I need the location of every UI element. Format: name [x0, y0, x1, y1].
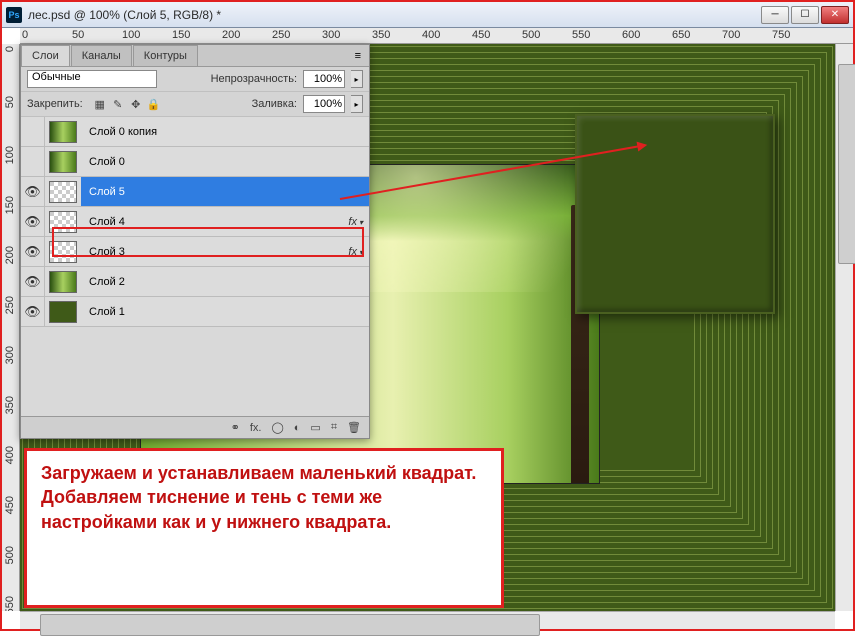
lock-transparency-icon[interactable]: ▦ — [93, 97, 107, 111]
horizontal-scrollbar[interactable] — [20, 611, 835, 629]
maximize-button[interactable]: ☐ — [791, 6, 819, 24]
visibility-toggle[interactable]: 👁 — [21, 237, 45, 266]
layer-name-label[interactable]: Слой 1 — [81, 306, 333, 318]
app-icon: Ps — [6, 7, 22, 23]
lock-all-icon[interactable]: 🔒 — [147, 97, 161, 111]
fill-dropdown-icon[interactable]: ▸ — [351, 95, 363, 113]
lock-label: Закрепить: — [27, 98, 83, 110]
layers-panel: Слои Каналы Контуры ≡ Обычные Непрозрачн… — [20, 44, 370, 439]
panel-menu-icon[interactable]: ≡ — [347, 46, 369, 66]
instruction-annotation: Загружаем и устанавливаем маленький квад… — [24, 448, 504, 608]
layer-row[interactable]: 👁 Слой 4fx▾ — [21, 207, 369, 237]
layer-row[interactable]: 👁 Слой 2 — [21, 267, 369, 297]
layer-thumbnail[interactable] — [45, 177, 81, 206]
adjustment-layer-icon[interactable]: ◐ — [294, 422, 301, 434]
lock-position-icon[interactable]: ✥ — [129, 97, 143, 111]
tab-paths[interactable]: Контуры — [133, 45, 198, 66]
layer-thumbnail[interactable] — [45, 207, 81, 236]
blend-mode-select[interactable]: Обычные — [27, 70, 157, 88]
window-titlebar: Ps лес.psd @ 100% (Слой 5, RGB/8) * ─ ☐ … — [2, 2, 853, 28]
layer-row[interactable]: 👁 Слой 1 — [21, 297, 369, 327]
layer-thumbnail[interactable] — [45, 267, 81, 296]
window-title: лес.psd @ 100% (Слой 5, RGB/8) * — [28, 8, 761, 22]
layer-fx-icon[interactable]: fx. — [250, 422, 262, 434]
layer-mask-icon[interactable]: ◯ — [271, 421, 283, 434]
tab-channels[interactable]: Каналы — [71, 45, 132, 66]
fill-label: Заливка: — [252, 98, 297, 110]
horizontal-scroll-thumb[interactable] — [40, 614, 540, 636]
layer-name-label[interactable]: Слой 0 копия — [81, 126, 333, 138]
vertical-scrollbar[interactable] — [835, 44, 853, 611]
close-button[interactable]: ✕ — [821, 6, 849, 24]
ruler-vertical: 050100150200250300350400450500550 — [2, 44, 20, 611]
layer-group-icon[interactable]: ▭ — [310, 421, 320, 434]
blend-opacity-row: Обычные Непрозрачность: 100% ▸ — [21, 67, 369, 92]
layer-thumbnail[interactable] — [45, 147, 81, 176]
layer-row[interactable]: Слой 0 — [21, 147, 369, 177]
layer-thumbnail[interactable] — [45, 237, 81, 266]
layer-thumbnail[interactable] — [45, 117, 81, 146]
visibility-toggle[interactable]: 👁 — [21, 207, 45, 236]
new-layer-icon[interactable]: ⌗ — [331, 421, 337, 434]
layer-name-label[interactable]: Слой 5 — [81, 186, 333, 198]
layers-panel-footer: ⚭ fx. ◯ ◐ ▭ ⌗ 🗑 — [21, 416, 369, 438]
layer-row[interactable]: Слой 0 копия — [21, 117, 369, 147]
layer-row[interactable]: 👁 Слой 3fx▾ — [21, 237, 369, 267]
layer-name-label[interactable]: Слой 3 — [81, 246, 333, 258]
minimize-button[interactable]: ─ — [761, 6, 789, 24]
lock-pixels-icon[interactable]: ✎ — [111, 97, 125, 111]
delete-layer-icon[interactable]: 🗑 — [347, 421, 361, 434]
layer-thumbnail[interactable] — [45, 297, 81, 326]
visibility-toggle[interactable]: 👁 — [21, 177, 45, 206]
layer-name-label[interactable]: Слой 4 — [81, 216, 333, 228]
small-embossed-square — [575, 114, 775, 314]
fill-input[interactable]: 100% — [303, 95, 345, 113]
layer-name-label[interactable]: Слой 0 — [81, 156, 333, 168]
layer-fx-indicator[interactable]: fx▾ — [333, 246, 369, 258]
opacity-label: Непрозрачность: — [211, 73, 297, 85]
instruction-text: Загружаем и устанавливаем маленький квад… — [41, 461, 487, 534]
layer-name-label[interactable]: Слой 2 — [81, 276, 333, 288]
visibility-toggle[interactable]: 👁 — [21, 297, 45, 326]
tab-layers[interactable]: Слои — [21, 45, 70, 66]
layer-list: Слой 0 копияСлой 0👁Слой 5👁Слой 4fx▾👁Слой… — [21, 117, 369, 416]
visibility-toggle[interactable] — [21, 117, 45, 146]
panel-tab-strip: Слои Каналы Контуры ≡ — [21, 45, 369, 67]
vertical-scroll-thumb[interactable] — [838, 64, 855, 264]
visibility-toggle[interactable] — [21, 147, 45, 176]
visibility-toggle[interactable]: 👁 — [21, 267, 45, 296]
lock-fill-row: Закрепить: ▦ ✎ ✥ 🔒 Заливка: 100% ▸ — [21, 92, 369, 117]
layer-row[interactable]: 👁 Слой 5 — [21, 177, 369, 207]
ruler-horizontal: 0501001502002503003504004505005506006507… — [20, 28, 853, 44]
opacity-dropdown-icon[interactable]: ▸ — [351, 70, 363, 88]
layer-fx-indicator[interactable]: fx▾ — [333, 216, 369, 228]
link-layers-icon[interactable]: ⚭ — [231, 421, 240, 434]
opacity-input[interactable]: 100% — [303, 70, 345, 88]
